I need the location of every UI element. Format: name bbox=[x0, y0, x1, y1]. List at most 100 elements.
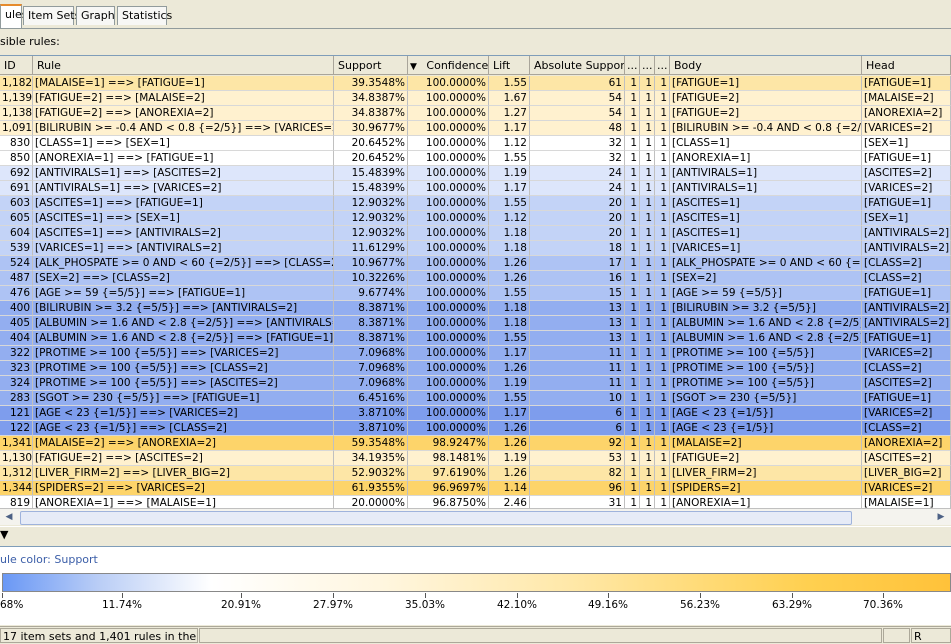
column-header-confidence[interactable]: ▼ Confidence bbox=[408, 56, 489, 75]
cell-b: 1 bbox=[640, 226, 655, 241]
table-row[interactable]: 283 [SGOT >= 230 {=5/5}] ==> [FATIGUE=1] 6… bbox=[0, 391, 951, 406]
scroll-left-icon[interactable]: ◀ bbox=[2, 510, 16, 524]
cell-confidence: 100.0000% bbox=[408, 106, 489, 121]
tab-graph[interactable]: Graph bbox=[76, 6, 115, 25]
grid-header: ID Rule Support ▼ Confidence Lift Absolu… bbox=[0, 56, 951, 76]
cell-lift: 1.17 bbox=[489, 406, 530, 421]
cell-head: [ANTIVIRALS=2] bbox=[862, 226, 951, 241]
table-row[interactable]: 400 [BILIRUBIN >= 3.2 {=5/5}] ==> [ANTIVI… bbox=[0, 301, 951, 316]
cell-lift: 1.18 bbox=[489, 316, 530, 331]
cell-a: 1 bbox=[625, 211, 640, 226]
collapse-arrow-icon[interactable]: ▼ bbox=[0, 528, 8, 541]
table-row[interactable]: 122 [AGE < 23 {=1/5}] ==> [CLASS=2] 3.8710… bbox=[0, 421, 951, 436]
legend-tick-label: 42.10% bbox=[497, 599, 538, 611]
table-row[interactable]: 1,130 [FATIGUE=2] ==> [ASCITES=2] 34.1935%… bbox=[0, 451, 951, 466]
table-row[interactable]: 524 [ALK_PHOSPATE >= 0 AND < 60 {=2/5}] =… bbox=[0, 256, 951, 271]
legend-tick-label: 35.03% bbox=[405, 599, 446, 611]
cell-body: [MALAISE=2] bbox=[670, 436, 862, 451]
cell-head: [VARICES=2] bbox=[862, 181, 951, 196]
table-row[interactable]: 405 [ALBUMIN >= 1.6 AND < 2.8 {=2/5}] ==>… bbox=[0, 316, 951, 331]
cell-abs: 11 bbox=[530, 346, 625, 361]
table-row[interactable]: 1,312 [LIVER_FIRM=2] ==> [LIVER_BIG=2] 52.… bbox=[0, 466, 951, 481]
column-header-absolute-support[interactable]: Absolute Support bbox=[530, 56, 625, 75]
cell-a: 1 bbox=[625, 466, 640, 481]
column-header-head[interactable]: Head bbox=[862, 56, 951, 75]
cell-rule: [BILIRUBIN >= 3.2 {=5/5}] ==> [ANTIVIRAL… bbox=[33, 301, 334, 316]
cell-b: 1 bbox=[640, 256, 655, 271]
table-row[interactable]: 322 [PROTIME >= 100 {=5/5}] ==> [VARICES=… bbox=[0, 346, 951, 361]
legend-tick-mark bbox=[122, 593, 123, 598]
cell-id: 692 bbox=[0, 166, 33, 181]
cell-body: [PROTIME >= 100 {=5/5}] bbox=[670, 376, 862, 391]
table-row[interactable]: 324 [PROTIME >= 100 {=5/5}] ==> [ASCITES=… bbox=[0, 376, 951, 391]
cell-body: [BILIRUBIN >= 3.2 {=5/5}] bbox=[670, 301, 862, 316]
cell-rule: [ALBUMIN >= 1.6 AND < 2.8 {=2/5}] ==> [F… bbox=[33, 331, 334, 346]
rules-grid[interactable]: ID Rule Support ▼ Confidence Lift Absolu… bbox=[0, 55, 951, 509]
cell-b: 1 bbox=[640, 451, 655, 466]
cell-id: 404 bbox=[0, 331, 33, 346]
table-row[interactable]: 323 [PROTIME >= 100 {=5/5}] ==> [CLASS=2]… bbox=[0, 361, 951, 376]
table-row[interactable]: 1,139 [FATIGUE=2] ==> [MALAISE=2] 34.8387%… bbox=[0, 91, 951, 106]
cell-a: 1 bbox=[625, 286, 640, 301]
cell-support: 34.8387% bbox=[334, 91, 408, 106]
table-row[interactable]: 476 [AGE >= 59 {=5/5}] ==> [FATIGUE=1] 9.6… bbox=[0, 286, 951, 301]
cell-rule: [ALBUMIN >= 1.6 AND < 2.8 {=2/5}] ==> [A… bbox=[33, 316, 334, 331]
table-row[interactable]: 830 [CLASS=1] ==> [SEX=1] 20.6452% 100.0000… bbox=[0, 136, 951, 151]
cell-c: 1 bbox=[655, 166, 670, 181]
cell-id: 487 bbox=[0, 271, 33, 286]
table-row[interactable]: 487 [SEX=2] ==> [CLASS=2] 10.3226% 100.0000… bbox=[0, 271, 951, 286]
table-row[interactable]: 121 [AGE < 23 {=1/5}] ==> [VARICES=2] 3.87… bbox=[0, 406, 951, 421]
column-header-lift[interactable]: Lift bbox=[489, 56, 530, 75]
cell-body: [VARICES=1] bbox=[670, 241, 862, 256]
table-row[interactable]: 605 [ASCITES=1] ==> [SEX=1] 12.9032% 100.00… bbox=[0, 211, 951, 226]
cell-support: 52.9032% bbox=[334, 466, 408, 481]
cell-lift: 1.12 bbox=[489, 211, 530, 226]
column-header-extra-2[interactable]: ... bbox=[640, 56, 655, 75]
column-header-body[interactable]: Body bbox=[670, 56, 862, 75]
table-row[interactable]: 404 [ALBUMIN >= 1.6 AND < 2.8 {=2/5}] ==>… bbox=[0, 331, 951, 346]
cell-b: 1 bbox=[640, 286, 655, 301]
column-header-extra-1[interactable]: ... bbox=[625, 56, 640, 75]
column-header-extra-3[interactable]: ... bbox=[655, 56, 670, 75]
cell-support: 3.8710% bbox=[334, 406, 408, 421]
cell-lift: 1.55 bbox=[489, 151, 530, 166]
table-row[interactable]: 691 [ANTIVIRALS=1] ==> [VARICES=2] 15.4839… bbox=[0, 181, 951, 196]
cell-abs: 11 bbox=[530, 361, 625, 376]
table-row[interactable]: 1,341 [MALAISE=2] ==> [ANOREXIA=2] 59.3548… bbox=[0, 436, 951, 451]
cell-b: 1 bbox=[640, 376, 655, 391]
cell-head: [ANTIVIRALS=2] bbox=[862, 316, 951, 331]
scrollbar-thumb[interactable] bbox=[20, 511, 852, 525]
tab-rules[interactable]: ules bbox=[0, 4, 28, 28]
table-row[interactable]: 604 [ASCITES=1] ==> [ANTIVIRALS=2] 12.9032… bbox=[0, 226, 951, 241]
table-row[interactable]: 1,138 [FATIGUE=2] ==> [ANOREXIA=2] 34.8387… bbox=[0, 106, 951, 121]
cell-lift: 1.19 bbox=[489, 166, 530, 181]
cell-b: 1 bbox=[640, 421, 655, 436]
horizontal-scrollbar[interactable]: ◀ ▶ bbox=[0, 508, 951, 525]
table-row[interactable]: 1,091 [BILIRUBIN >= -0.4 AND < 0.8 {=2/5}… bbox=[0, 121, 951, 136]
table-row[interactable]: 1,182 [MALAISE=1] ==> [FATIGUE=1] 39.3548%… bbox=[0, 76, 951, 91]
cell-support: 11.6129% bbox=[334, 241, 408, 256]
column-header-rule[interactable]: Rule bbox=[33, 56, 334, 75]
cell-confidence: 100.0000% bbox=[408, 301, 489, 316]
table-row[interactable]: 539 [VARICES=1] ==> [ANTIVIRALS=2] 11.6129… bbox=[0, 241, 951, 256]
scroll-right-icon[interactable]: ▶ bbox=[934, 510, 948, 524]
cell-body: [ANOREXIA=1] bbox=[670, 151, 862, 166]
cell-confidence: 98.1481% bbox=[408, 451, 489, 466]
tab-statistics[interactable]: Statistics bbox=[117, 6, 172, 25]
cell-abs: 13 bbox=[530, 331, 625, 346]
legend-tick-label: 20.91% bbox=[221, 599, 262, 611]
cell-b: 1 bbox=[640, 211, 655, 226]
column-header-support[interactable]: Support bbox=[334, 56, 408, 75]
cell-rule: [ASCITES=1] ==> [ANTIVIRALS=2] bbox=[33, 226, 334, 241]
table-row[interactable]: 692 [ANTIVIRALS=1] ==> [ASCITES=2] 15.4839… bbox=[0, 166, 951, 181]
table-row[interactable]: 1,344 [SPIDERS=2] ==> [VARICES=2] 61.9355%… bbox=[0, 481, 951, 496]
column-header-confidence-label: Confidence bbox=[426, 59, 489, 72]
cell-id: 1,341 bbox=[0, 436, 33, 451]
cell-confidence: 100.0000% bbox=[408, 406, 489, 421]
column-header-id[interactable]: ID bbox=[0, 56, 33, 75]
panel-splitter[interactable]: ▼ bbox=[0, 526, 951, 545]
tab-item-sets[interactable]: Item Sets bbox=[23, 6, 80, 25]
table-row[interactable]: 850 [ANOREXIA=1] ==> [FATIGUE=1] 20.6452% 1… bbox=[0, 151, 951, 166]
table-row[interactable]: 603 [ASCITES=1] ==> [FATIGUE=1] 12.9032% 10… bbox=[0, 196, 951, 211]
cell-c: 1 bbox=[655, 331, 670, 346]
